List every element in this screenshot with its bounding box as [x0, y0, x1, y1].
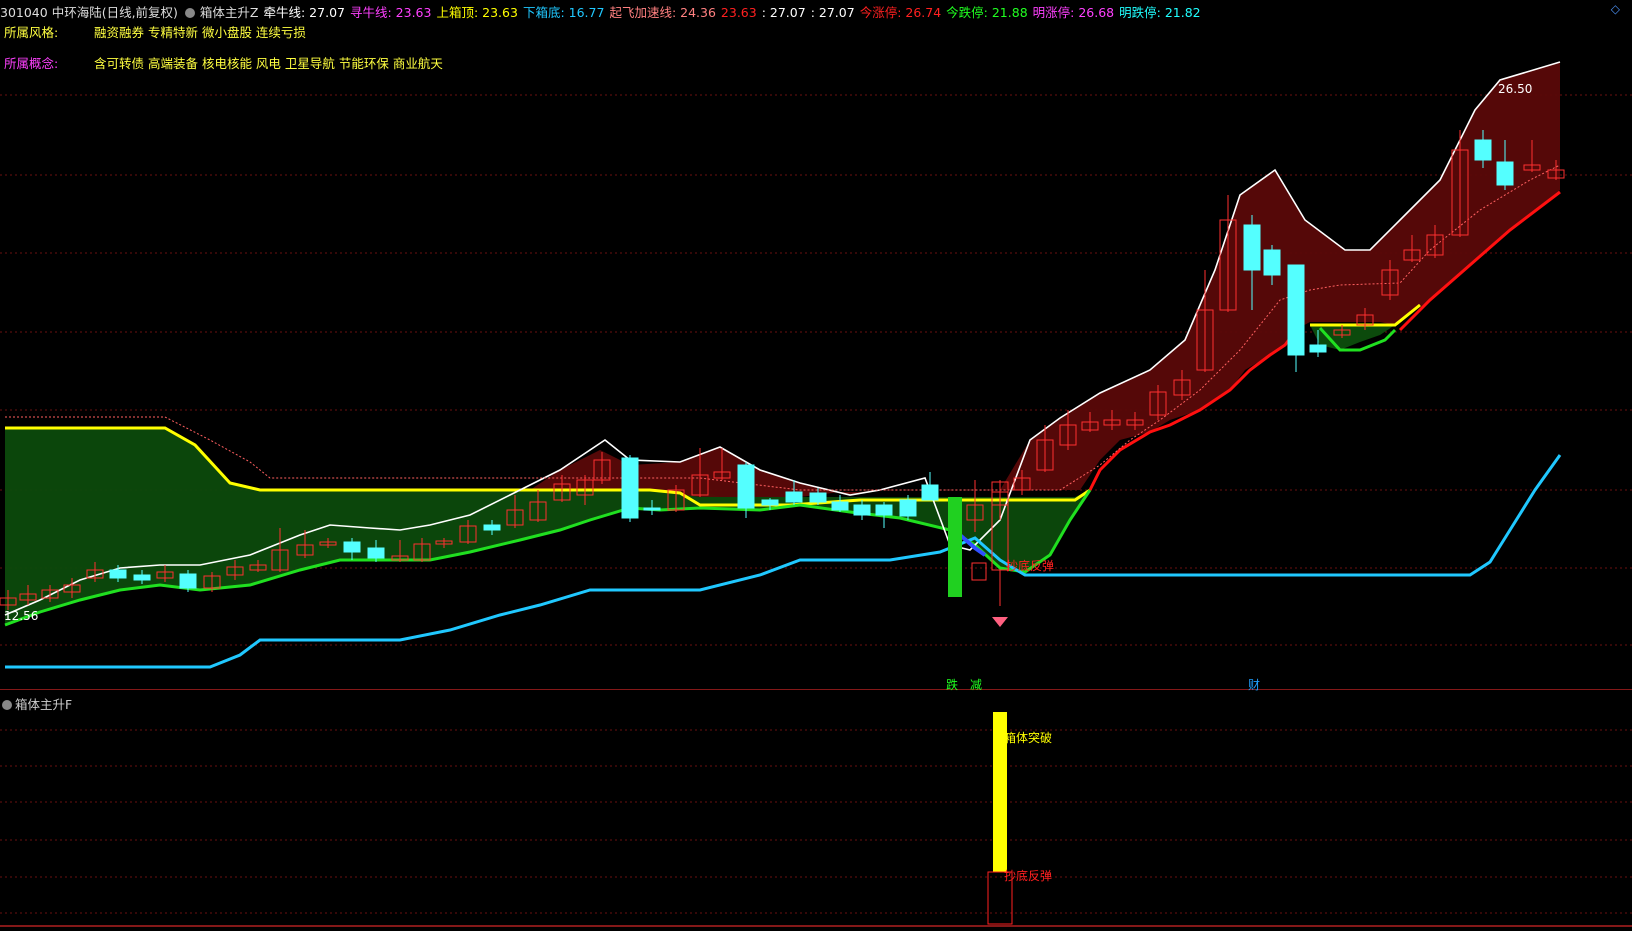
candle-body [1287, 264, 1305, 356]
sub-rebound-label: 抄底反弹 [1004, 868, 1052, 883]
candle-body [875, 504, 893, 516]
candle-body [831, 501, 849, 511]
candle-body [921, 484, 939, 501]
candle-body [1496, 161, 1514, 186]
candle-body [971, 562, 987, 581]
candle-body [179, 573, 197, 589]
candle-body [785, 491, 803, 503]
candle-body [1263, 249, 1281, 276]
rebound-signal-label: 抄底反弹 [1006, 558, 1054, 573]
candle-body [1243, 224, 1261, 271]
candle-body [899, 499, 917, 517]
green-signal-bar [948, 497, 962, 597]
marker-die: 跌 [946, 678, 959, 692]
marker-jian: 减 [970, 678, 983, 692]
candle-body [367, 547, 385, 559]
candle-body [1309, 344, 1327, 353]
sub-indicator-chart[interactable]: 箱体突破抄底反弹 [0, 692, 1632, 928]
candle-body [853, 504, 871, 516]
low-price-label: 12.56 [4, 609, 38, 623]
candle-body [483, 524, 501, 531]
candle-body [621, 457, 639, 519]
candle-body [1474, 139, 1492, 161]
candle-body [343, 541, 361, 553]
down-arrow-icon [992, 617, 1008, 627]
candle-body [761, 499, 779, 506]
box-green-fill [5, 428, 1090, 625]
marker-cai: 财 [1248, 678, 1261, 692]
breakout-label: 箱体突破 [1004, 730, 1052, 745]
candle-body [109, 569, 127, 579]
peak-price-label: 26.50 [1498, 82, 1532, 96]
main-price-chart[interactable]: 26.50 12.56 抄底反弹 [0, 0, 1632, 690]
candle-body [809, 492, 827, 503]
candle-body [737, 464, 755, 509]
candle-body [133, 574, 151, 581]
right-red-fill [1000, 62, 1560, 490]
candle-body [643, 507, 661, 511]
